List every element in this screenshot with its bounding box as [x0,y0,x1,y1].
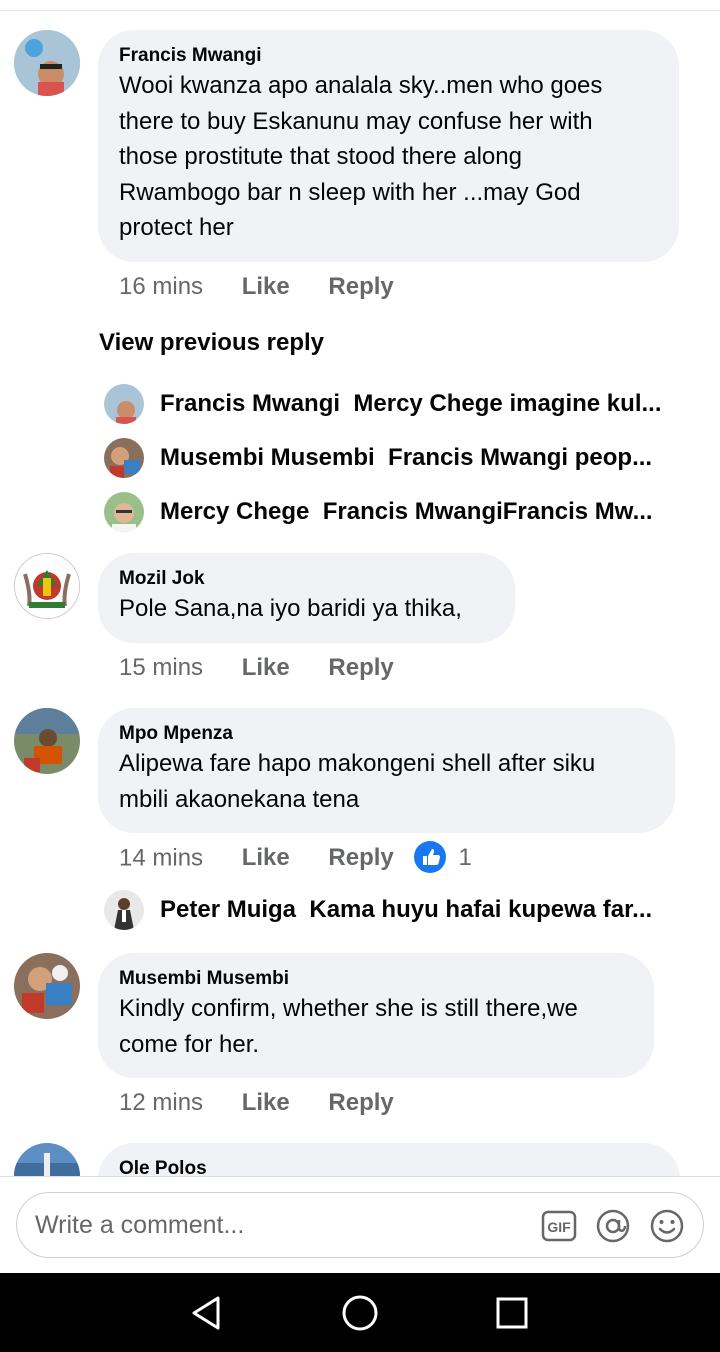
reply-item[interactable]: Mercy Chege Francis MwangiFrancis Mw... [104,492,680,532]
reply-author[interactable]: Peter Muiga [160,896,296,923]
reply-item[interactable]: Francis Mwangi Mercy Chege imagine kul..… [104,384,680,424]
gif-icon[interactable]: GIF [541,1208,577,1244]
comment-author[interactable]: Musembi Musembi [119,967,633,991]
avatar[interactable] [104,384,144,424]
reply-button[interactable]: Reply [328,844,393,871]
like-button[interactable]: Like [242,844,290,871]
comment-bubble[interactable]: Mpo Mpenza Alipewa fare hapo makongeni s… [98,708,675,833]
comment-input[interactable]: Write a comment... GIF [16,1192,704,1258]
comment-time: 16 mins [119,273,204,300]
comment-text-line: Wooi kwanza apo analala sky..men who goe… [119,72,603,99]
comment-text-line: Pole Sana,na iyo baridi ya thika, [119,595,462,622]
reply-author[interactable]: Mercy Chege [160,498,309,525]
avatar[interactable] [14,553,80,619]
back-icon[interactable] [186,1293,226,1333]
reply-line: Peter Muiga Kama huyu hafai kupewa far..… [160,894,652,926]
comment-text-line: Alipewa fare hapo makongeni shell after … [119,750,596,777]
comment-author[interactable]: Ole Polos [119,1157,659,1176]
comment-meta: 14 mins Like Reply 1 [119,841,472,873]
like-button[interactable]: Like [242,273,290,300]
comment-text-line: mbili akaonekana tena [119,785,360,813]
view-previous-reply-link[interactable]: View previous reply [99,327,324,359]
reply-line: Francis Mwangi Mercy Chege imagine kul..… [160,388,662,420]
comment-text-line: protect her [119,214,234,241]
reply-button[interactable]: Reply [328,654,393,681]
comment-text-line: there to buy Eskanunu may confuse her wi… [119,107,593,135]
avatar[interactable] [14,708,80,774]
system-nav-bar [0,1273,720,1352]
comment-bubble[interactable]: Musembi Musembi Kindly confirm, whether … [98,953,654,1078]
comment-feed[interactable]: Francis Mwangi Wooi kwanza apo analala s… [0,0,720,1176]
gif-label: GIF [547,1219,571,1235]
reply-line: Mercy Chege Francis MwangiFrancis Mw... [160,496,653,528]
reply-item[interactable]: Peter Muiga Kama huyu hafai kupewa far..… [104,890,680,930]
mention-icon[interactable] [595,1208,631,1244]
reply-text: Kama huyu hafai kupewa far... [309,896,653,923]
comment-author[interactable]: Mozil Jok [119,567,494,591]
reaction-count[interactable]: 1 [458,844,471,871]
comment-placeholder: Write a comment... [35,1211,245,1239]
comment-composer: Write a comment... GIF [0,1176,720,1275]
comment-time: 12 mins [119,1089,204,1116]
avatar[interactable] [104,438,144,478]
reply-text: Francis Mwangi peop... [388,444,653,471]
comment-text-line: Rwambogo bar n sleep with her ...may God [119,178,581,206]
avatar[interactable] [14,1143,80,1176]
comment-meta: 12 mins Like Reply [119,1088,394,1118]
comment-text-line: come for her. [119,1030,260,1058]
avatar[interactable] [104,492,144,532]
avatar[interactable] [14,30,80,96]
comment-bubble[interactable]: Mozil Jok Pole Sana,na iyo baridi ya thi… [98,553,515,643]
reply-button[interactable]: Reply [328,1089,393,1116]
recents-icon[interactable] [492,1293,532,1333]
comment-author[interactable]: Mpo Mpenza [119,722,654,746]
comment-text-line: Kindly confirm, whether she is still the… [119,995,578,1022]
reply-author[interactable]: Musembi Musembi [160,444,375,471]
like-button[interactable]: Like [242,1089,290,1116]
comment-bubble[interactable]: Ole Polos [98,1143,680,1176]
reply-line: Musembi Musembi Francis Mwangi peop... [160,442,652,474]
reply-button[interactable]: Reply [328,273,393,300]
comment-meta: 15 mins Like Reply [119,653,394,683]
avatar[interactable] [14,953,80,1019]
reply-text: Mercy Chege imagine kul... [353,390,662,417]
home-icon[interactable] [340,1293,380,1333]
comment-author[interactable]: Francis Mwangi [119,44,658,68]
reply-author[interactable]: Francis Mwangi [160,390,340,417]
reply-text: Francis MwangiFrancis Mw... [322,498,653,525]
comment-meta: 16 mins Like Reply [119,272,394,302]
comment-text-line: those prostitute that stood there along [119,143,522,170]
like-button[interactable]: Like [242,654,290,681]
comment-time: 15 mins [119,654,204,681]
like-reaction-icon[interactable] [414,841,447,873]
reply-item[interactable]: Musembi Musembi Francis Mwangi peop... [104,438,680,478]
avatar[interactable] [104,890,144,930]
emoji-icon[interactable] [649,1208,685,1244]
comment-time: 14 mins [119,844,204,872]
comment-bubble[interactable]: Francis Mwangi Wooi kwanza apo analala s… [98,30,679,262]
